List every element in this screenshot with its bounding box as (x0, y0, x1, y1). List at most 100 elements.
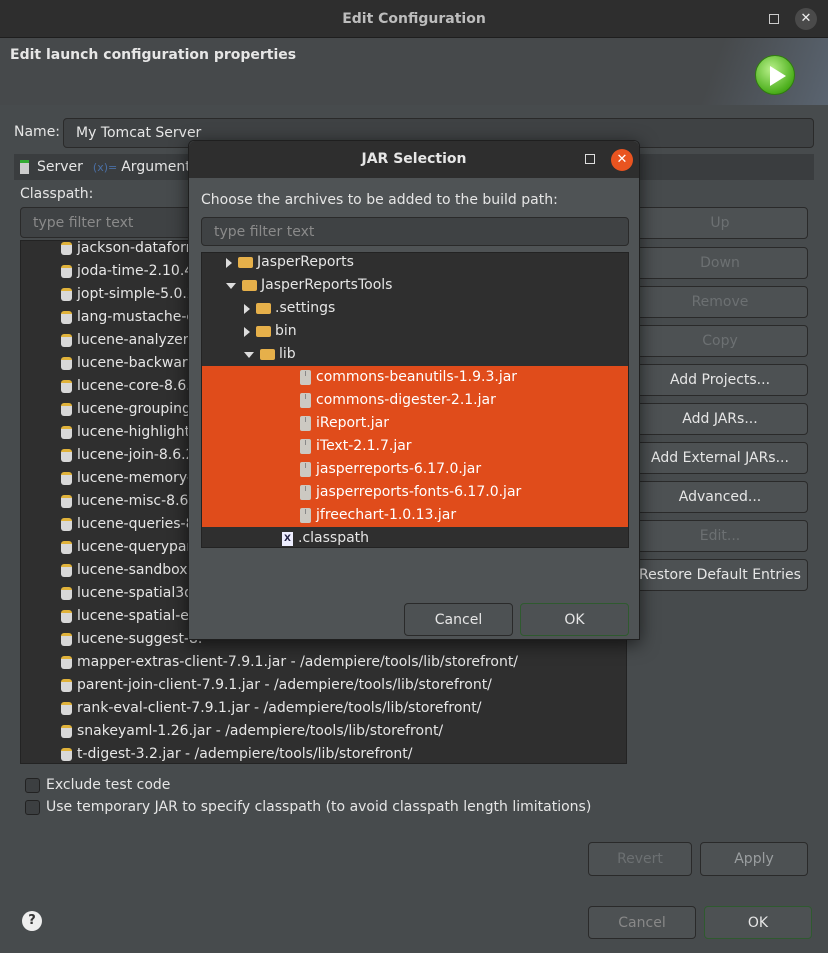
tree-item[interactable]: bin (202, 320, 628, 343)
jar-icon (61, 265, 72, 278)
entry-label: snakeyaml-1.26.jar - /adempiere/tools/li… (77, 723, 444, 739)
entry-label: lucene-sandbox-8 (77, 562, 202, 578)
jar-dialog-close-icon[interactable]: ✕ (611, 149, 633, 171)
window-title: Edit Configuration (342, 11, 486, 27)
option-temporary-jar[interactable]: Use temporary JAR to specify classpath (… (25, 799, 591, 815)
cancel-label: Cancel (434, 611, 483, 628)
filter-placeholder: type filter text (214, 223, 315, 240)
entry-label: lucene-join-8.6.2. (77, 447, 199, 463)
option-label: Use temporary JAR to specify classpath (… (46, 799, 592, 815)
entry-label: t-digest-3.2.jar - /adempiere/tools/lib/… (77, 746, 413, 762)
button-restore-default-entries[interactable]: Restore Default Entries (632, 559, 808, 591)
jar-icon (61, 541, 72, 554)
jar-filter-input[interactable]: type filter text (201, 217, 629, 246)
jar-archive-icon (300, 485, 311, 500)
tree-item-label: .classpath (298, 530, 370, 546)
jar-icon (61, 518, 72, 531)
jar-archive-icon (300, 416, 311, 431)
jar-archive-icon (300, 462, 311, 477)
revert-button[interactable]: Revert (588, 842, 692, 876)
entry-label: lucene-suggest-8. (77, 631, 203, 647)
tree-item[interactable]: lib (202, 343, 628, 366)
run-icon (755, 55, 795, 95)
tree-item[interactable]: JasperReportsTools (202, 274, 628, 297)
tree-item[interactable]: X .classpath (202, 527, 628, 547)
tree-item[interactable]: commons-digester-2.1.jar (202, 389, 628, 412)
jar-icon (61, 656, 72, 669)
jar-tree[interactable]: JasperReports JasperReportsTools .settings… (201, 252, 629, 548)
button-label: Restore Default Entries (639, 567, 801, 583)
entry-label: mapper-extras-client-7.9.1.jar - /adempi… (77, 654, 519, 670)
tree-item[interactable]: commons-beanutils-1.9.3.jar (202, 366, 628, 389)
apply-button[interactable]: Apply (700, 842, 808, 876)
filter-placeholder: type filter text (33, 214, 134, 231)
tree-item-label: iReport.jar (316, 415, 389, 431)
classpath-label: Classpath: (20, 186, 94, 202)
expanded-arrow-icon[interactable] (226, 282, 236, 289)
button-label: Add Projects... (669, 372, 771, 388)
tree-item[interactable]: jfreechart-1.0.13.jar (202, 504, 628, 527)
button-label: Remove (691, 294, 749, 310)
classpath-entry[interactable]: parent-join-client-7.9.1.jar - /adempier… (21, 674, 626, 697)
entry-label: lucene-grouping- (77, 401, 196, 417)
checkbox[interactable] (25, 799, 40, 815)
jar-icon (61, 311, 72, 324)
button-label: Copy (702, 333, 738, 349)
button-edit[interactable]: Edit... (632, 520, 808, 552)
jar-icon (61, 702, 72, 715)
header-title: Edit launch configuration properties (10, 47, 297, 63)
ok-label: OK (747, 914, 769, 931)
jar-icon (61, 380, 72, 393)
button-add-projects[interactable]: Add Projects... (632, 364, 808, 396)
tab-server-label: Server (37, 159, 83, 175)
classpath-entry[interactable]: mapper-extras-client-7.9.1.jar - /adempi… (21, 651, 626, 674)
folder-icon (260, 349, 275, 360)
jar-archive-icon (300, 370, 311, 385)
jar-dialog-maximize-icon[interactable] (585, 154, 595, 164)
button-label: Edit... (699, 528, 741, 544)
jar-dialog-title: JAR Selection (361, 151, 467, 167)
jar-icon (61, 242, 72, 255)
jar-dialog-prompt: Choose the archives to be added to the b… (201, 192, 558, 208)
help-icon[interactable]: ? (22, 911, 42, 931)
collapsed-arrow-icon[interactable] (244, 326, 250, 337)
tree-item[interactable]: jasperreports-6.17.0.jar (202, 458, 628, 481)
button-add-jars[interactable]: Add JARs... (632, 403, 808, 435)
tree-item[interactable]: iText-2.1.7.jar (202, 435, 628, 458)
jar-ok-button[interactable]: OK (520, 603, 629, 636)
button-remove[interactable]: Remove (632, 286, 808, 318)
jar-icon (61, 748, 72, 761)
classpath-entry[interactable]: snakeyaml-1.26.jar - /adempiere/tools/li… (21, 720, 626, 743)
jar-selection-dialog: JAR Selection ✕ Choose the archives to b… (188, 140, 640, 640)
collapsed-arrow-icon[interactable] (244, 303, 250, 314)
apply-label: Apply (734, 851, 774, 867)
tree-item[interactable]: iReport.jar (202, 412, 628, 435)
button-up[interactable]: Up (632, 207, 808, 239)
classpath-entry[interactable]: t-digest-3.2.jar - /adempiere/tools/lib/… (21, 743, 626, 763)
tree-item[interactable]: jasperreports-fonts-6.17.0.jar (202, 481, 628, 504)
maximize-icon[interactable] (769, 14, 779, 24)
tree-item[interactable]: JasperReports (202, 253, 628, 274)
tree-item-label: .settings (275, 300, 336, 316)
checkbox[interactable] (25, 777, 40, 793)
tab-server[interactable]: Server (20, 159, 83, 175)
button-copy[interactable]: Copy (632, 325, 808, 357)
option-exclude-test-code[interactable]: Exclude test code (25, 777, 170, 793)
jar-cancel-button[interactable]: Cancel (404, 603, 513, 636)
name-value: My Tomcat Server (76, 125, 202, 141)
entry-label: joda-time-2.10.4. (77, 263, 198, 279)
tab-arguments[interactable]: (x)= Arguments (93, 159, 198, 175)
close-icon[interactable]: ✕ (795, 8, 817, 30)
cancel-button[interactable]: Cancel (588, 906, 696, 939)
folder-icon (256, 303, 271, 314)
button-advanced[interactable]: Advanced... (632, 481, 808, 513)
tree-item[interactable]: .settings (202, 297, 628, 320)
ok-button[interactable]: OK (704, 906, 812, 939)
classpath-entry[interactable]: rank-eval-client-7.9.1.jar - /adempiere/… (21, 697, 626, 720)
button-down[interactable]: Down (632, 247, 808, 279)
title-bar: Edit Configuration ✕ (0, 0, 828, 38)
expanded-arrow-icon[interactable] (244, 351, 254, 358)
collapsed-arrow-icon[interactable] (226, 257, 232, 268)
jar-archive-icon (300, 508, 311, 523)
button-add-external-jars[interactable]: Add External JARs... (632, 442, 808, 474)
